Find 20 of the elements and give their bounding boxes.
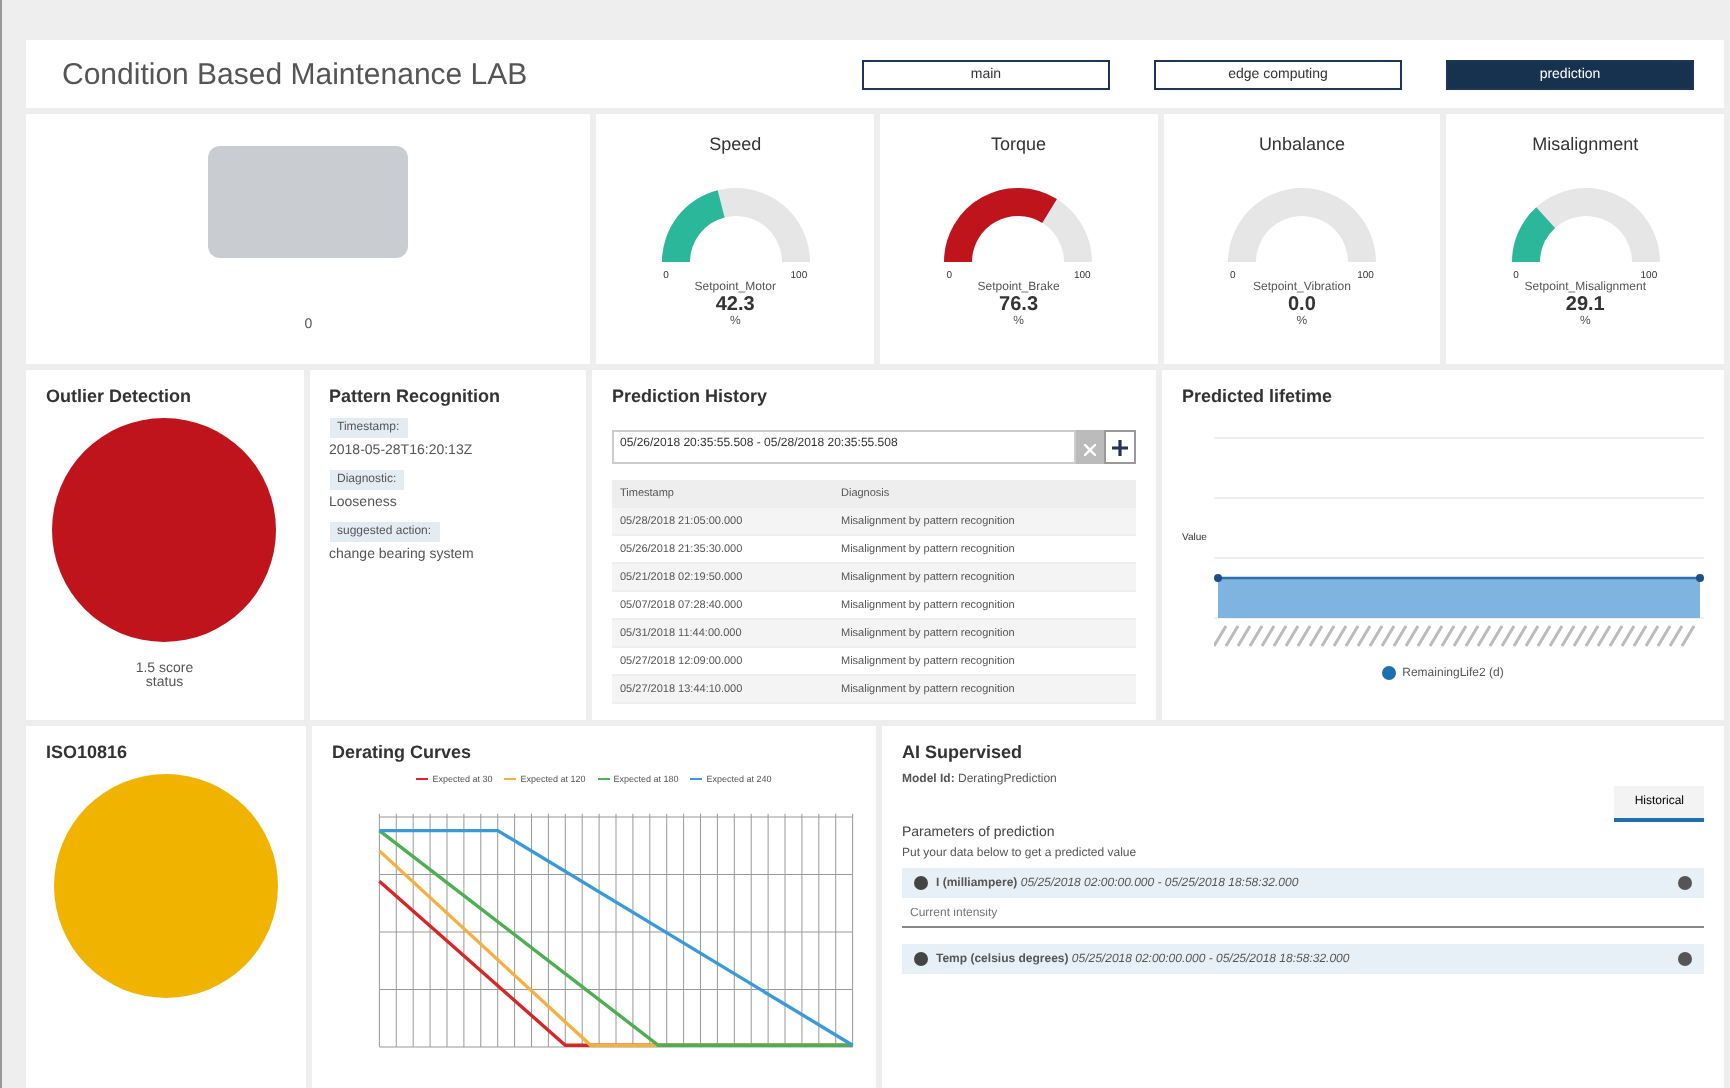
gauge-value: 42.3 (715, 294, 755, 317)
legend-dot-icon (1382, 666, 1397, 680)
page-title: Condition Based Maintenance LAB (62, 57, 528, 92)
plus-icon (1112, 440, 1128, 456)
panel-title: ISO10816 (46, 742, 128, 762)
gauge-title: Misalignment (1532, 134, 1639, 155)
gauge-value: 0.0 (1288, 294, 1316, 317)
panel-title: AI Supervised (902, 742, 1025, 762)
gauge-title: Speed (709, 134, 762, 155)
gauge-value: 29.1 (1565, 294, 1605, 317)
panel-title: Pattern Recognition (329, 386, 503, 406)
panel-title: Derating Curves (332, 742, 474, 762)
panel-title: Outlier Detection (46, 386, 192, 406)
close-icon (1084, 444, 1096, 456)
panel-title: Prediction History (612, 386, 770, 406)
gauge-value: 76.3 (999, 294, 1039, 317)
panel-title: Predicted lifetime (1182, 386, 1335, 406)
add-button[interactable] (1104, 430, 1136, 464)
gauge-title: Torque (991, 134, 1047, 155)
gauge-title: Unbalance (1258, 134, 1345, 155)
